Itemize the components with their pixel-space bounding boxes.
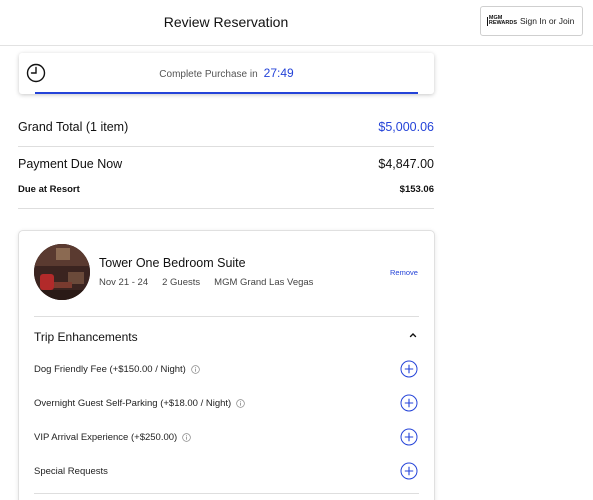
- due-at-resort-row: Due at Resort $153.06: [18, 184, 434, 195]
- grand-total-value[interactable]: $5,000.06: [378, 120, 434, 134]
- timer-countdown: 27:49: [263, 66, 294, 80]
- payment-due-label: Payment Due Now: [18, 157, 123, 171]
- enhancement-label: Dog Friendly Fee (+$150.00 / Night): [34, 363, 186, 375]
- due-at-resort-value: $153.06: [399, 184, 434, 195]
- page-title: Review Reservation: [163, 14, 289, 30]
- enhancement-row: Dog Friendly Fee (+$150.00 / Night): [34, 359, 419, 379]
- trip-enhancements-title: Trip Enhancements: [34, 330, 138, 344]
- room-guests: 2 Guests: [162, 277, 201, 288]
- remove-link[interactable]: Remove: [390, 268, 418, 277]
- add-enhancement-button[interactable]: [400, 462, 418, 480]
- room-photo: [34, 244, 90, 300]
- grand-total-row: Grand Total (1 item) $5,000.06: [18, 120, 434, 134]
- add-enhancement-button[interactable]: [400, 428, 418, 446]
- enhancement-label: Special Requests: [34, 465, 108, 477]
- mgm-logo-mark: [487, 16, 488, 26]
- sign-in-button[interactable]: MGM REWARDS Sign In or Join: [480, 6, 583, 36]
- room-photo-image: [34, 244, 90, 300]
- room-property: MGM Grand Las Vegas: [214, 277, 314, 288]
- room-title: Tower One Bedroom Suite: [99, 256, 246, 270]
- room-meta: Nov 21 - 24 2 Guests MGM Grand Las Vegas: [99, 277, 313, 288]
- mgm-rewards-logo: MGM REWARDS: [487, 15, 517, 28]
- room-card: Tower One Bedroom Suite Nov 21 - 24 2 Gu…: [18, 230, 435, 500]
- room-divider: [34, 316, 419, 317]
- enhancement-row: VIP Arrival Experience (+$250.00): [34, 427, 419, 447]
- totals-divider: [18, 146, 434, 147]
- room-dates: Nov 21 - 24: [99, 277, 149, 288]
- chevron-up-icon[interactable]: [408, 330, 418, 340]
- mgm-logo-text: MGM REWARDS: [488, 15, 518, 26]
- grand-total-label: Grand Total (1 item): [18, 120, 129, 134]
- add-enhancement-button[interactable]: [400, 360, 418, 378]
- due-at-resort-label: Due at Resort: [18, 184, 80, 195]
- info-icon[interactable]: [191, 364, 200, 374]
- purchase-timer-card: Complete Purchase in 27:49: [19, 53, 434, 94]
- enhancement-row: Overnight Guest Self-Parking (+$18.00 / …: [34, 393, 419, 413]
- info-icon[interactable]: [182, 432, 191, 442]
- payment-due-value: $4,847.00: [378, 157, 434, 171]
- payment-due-row: Payment Due Now $4,847.00: [18, 157, 434, 171]
- enhancement-label: Overnight Guest Self-Parking (+$18.00 / …: [34, 397, 232, 409]
- top-header: Review Reservation MGM REWARDS Sign In o…: [0, 0, 593, 46]
- info-icon[interactable]: [236, 398, 245, 408]
- enhancements-divider: [34, 493, 419, 494]
- timer-label: Complete Purchase in: [159, 69, 258, 80]
- sign-in-label: Sign In or Join: [520, 16, 575, 26]
- enhancement-label: VIP Arrival Experience (+$250.00): [34, 431, 178, 443]
- add-enhancement-button[interactable]: [400, 394, 418, 412]
- timer-progress-bar: [35, 92, 418, 94]
- totals-bottom-divider: [18, 208, 434, 209]
- timer-text: Complete Purchase in 27:49: [19, 66, 434, 80]
- enhancement-row: Special Requests: [34, 461, 419, 481]
